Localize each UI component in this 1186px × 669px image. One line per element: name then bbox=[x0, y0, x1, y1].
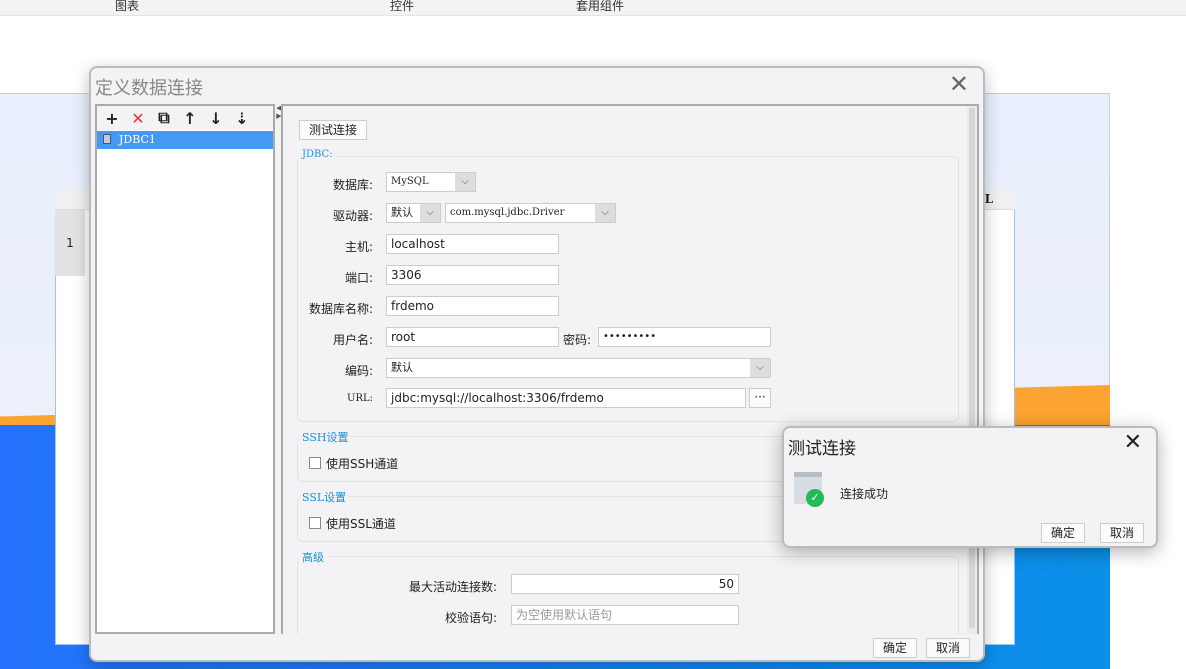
port-label: 端口: bbox=[344, 271, 373, 285]
host-input[interactable]: localhost bbox=[386, 234, 559, 254]
move-down-icon[interactable]: ↓ bbox=[207, 109, 225, 128]
popup-ok-button[interactable]: 确定 bbox=[1041, 523, 1085, 543]
sort-icon[interactable]: ⇣ bbox=[233, 109, 251, 128]
dbname-input[interactable]: frdemo bbox=[386, 296, 559, 316]
test-connection-popup: 测试连接 ✕ ✓ 连接成功 确定 取消 bbox=[782, 426, 1158, 548]
add-icon[interactable]: + bbox=[103, 109, 121, 128]
database-icon bbox=[103, 134, 111, 144]
port-input[interactable]: 3306 bbox=[386, 265, 559, 285]
chevron-down-icon: ⌵ bbox=[455, 173, 475, 191]
username-label: 用户名: bbox=[332, 333, 373, 347]
check-icon: ✓ bbox=[806, 489, 824, 507]
validation-query-label: 校验语句: bbox=[444, 611, 497, 625]
column-header[interactable]: L bbox=[985, 192, 993, 206]
url-input[interactable]: jdbc:mysql://localhost:3306/frdemo bbox=[386, 388, 746, 408]
popup-title: 测试连接 bbox=[788, 439, 856, 459]
database-label: 数据库: bbox=[332, 178, 373, 192]
chevron-down-icon: ⌵ bbox=[595, 204, 615, 222]
tab-template[interactable]: 套用组件 bbox=[576, 0, 624, 14]
delete-icon[interactable]: ✕ bbox=[129, 109, 147, 128]
popup-cancel-button[interactable]: 取消 bbox=[1100, 523, 1144, 543]
scrollbar[interactable] bbox=[967, 106, 977, 634]
ssh-checkbox-label[interactable]: 使用SSH通道 bbox=[326, 455, 398, 472]
ok-button[interactable]: 确定 bbox=[873, 638, 917, 658]
ssl-legend: SSL设置 bbox=[299, 489, 350, 505]
jdbc-legend: JDBC: bbox=[299, 149, 336, 160]
url-more-button[interactable]: ··· bbox=[749, 388, 771, 408]
driver-label: 驱动器: bbox=[332, 209, 373, 223]
connection-item[interactable]: JDBC1 bbox=[97, 131, 273, 149]
chevron-down-icon: ⌵ bbox=[420, 204, 440, 222]
password-input[interactable]: ••••••••• bbox=[598, 327, 771, 347]
connection-list-panel: + ✕ ⧉ ↑ ↓ ⇣ JDBC1 bbox=[95, 104, 275, 634]
jdbc-fieldset bbox=[297, 156, 959, 422]
password-label: 密码: bbox=[563, 333, 592, 347]
move-up-icon[interactable]: ↑ bbox=[181, 109, 199, 128]
dbname-label: 数据库名称: bbox=[308, 302, 373, 316]
url-label: URL: bbox=[347, 393, 373, 404]
username-input[interactable]: root bbox=[386, 327, 559, 347]
driver-select[interactable]: com.mysql.jdbc.Driver ⌵ bbox=[445, 203, 616, 223]
close-icon[interactable]: ✕ bbox=[1124, 430, 1142, 455]
max-connections-input[interactable]: 50 bbox=[511, 574, 739, 594]
chevron-down-icon: ⌵ bbox=[750, 359, 770, 377]
copy-icon[interactable]: ⧉ bbox=[155, 108, 173, 128]
encoding-select[interactable]: 默认 ⌵ bbox=[386, 358, 771, 378]
cancel-button[interactable]: 取消 bbox=[926, 638, 970, 658]
popup-message: 连接成功 bbox=[840, 487, 889, 501]
connection-settings-panel: 测试连接 JDBC: 数据库: MySQL ⌵ 驱动器: 默认 ⌵ com.mysq… bbox=[281, 104, 979, 634]
max-connections-label: 最大活动连接数: bbox=[408, 580, 497, 594]
define-data-connection-dialog: 定义数据连接 ✕ + ✕ ⧉ ↑ ↓ ⇣ JDBC1 ◀ ▶ 测试连接 JDBC:… bbox=[89, 66, 985, 662]
advanced-legend: 高级 bbox=[299, 549, 327, 565]
row-header[interactable]: 1 bbox=[55, 210, 85, 276]
ssh-checkbox[interactable] bbox=[309, 457, 321, 469]
encoding-label: 编码: bbox=[344, 364, 373, 378]
ssh-legend: SSH设置 bbox=[299, 429, 352, 445]
connection-success-icon: ✓ bbox=[794, 472, 824, 507]
ssl-checkbox-label[interactable]: 使用SSL通道 bbox=[326, 515, 396, 532]
connection-toolbar: + ✕ ⧉ ↑ ↓ ⇣ bbox=[97, 106, 273, 130]
validation-query-input[interactable]: 为空使用默认语句 bbox=[511, 605, 739, 625]
top-toolbar: 图表 控件 套用组件 bbox=[0, 0, 1186, 16]
database-select[interactable]: MySQL ⌵ bbox=[386, 172, 476, 192]
close-icon[interactable]: ✕ bbox=[949, 70, 969, 98]
tab-chart[interactable]: 图表 bbox=[115, 0, 139, 14]
test-connection-button[interactable]: 测试连接 bbox=[299, 120, 367, 140]
ssl-checkbox[interactable] bbox=[309, 517, 321, 529]
host-label: 主机: bbox=[344, 240, 373, 254]
connection-name: JDBC1 bbox=[119, 133, 156, 146]
driver-mode-select[interactable]: 默认 ⌵ bbox=[386, 203, 441, 223]
dialog-title: 定义数据连接 bbox=[95, 78, 203, 99]
tab-widget[interactable]: 控件 bbox=[390, 0, 414, 14]
